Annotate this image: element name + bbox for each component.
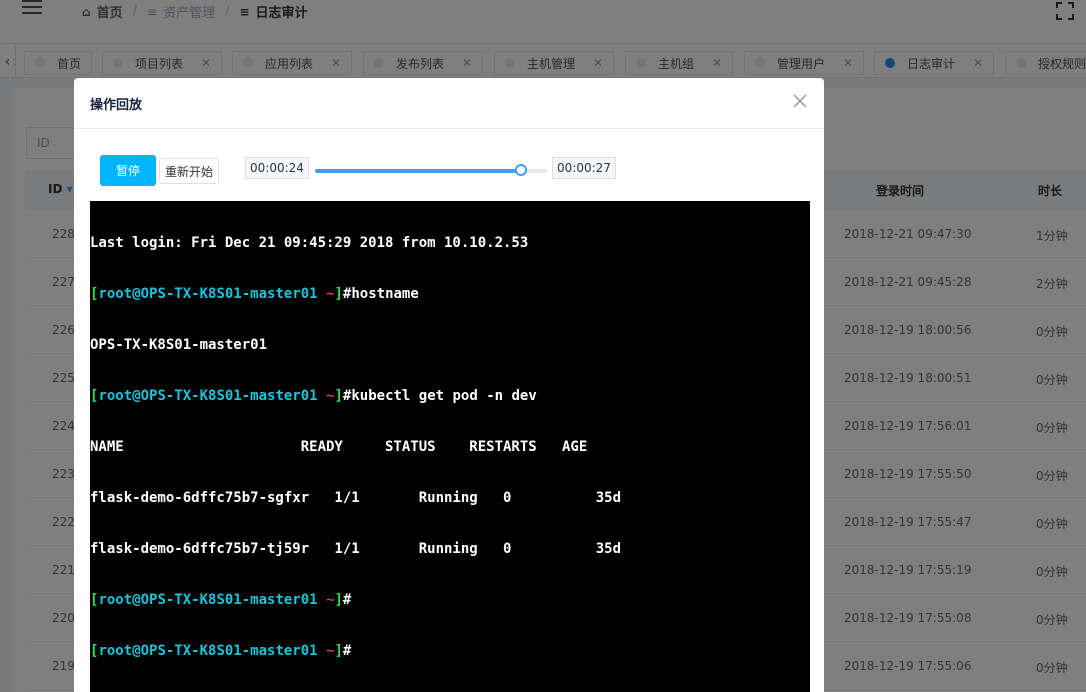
- slider-fill: [315, 169, 522, 173]
- replay-modal: 操作回放 暂停 重新开始 00:00:24 00:00:27 Last logi…: [74, 78, 824, 692]
- terminal-line: flask-demo-6dffc75b7-sgfxr 1/1 Running 0…: [90, 490, 622, 506]
- playback-controls: 暂停 重新开始 00:00:24 00:00:27: [100, 155, 820, 187]
- terminal-line: OPS-TX-K8S01-master01: [90, 337, 268, 353]
- close-icon[interactable]: [792, 93, 808, 109]
- modal-header: 操作回放: [74, 78, 824, 129]
- restart-button[interactable]: 重新开始: [159, 158, 219, 184]
- total-time: 00:00:27: [552, 157, 616, 179]
- terminal-line: [root@OPS-TX-K8S01-master01 ~]#kubectl g…: [90, 388, 537, 404]
- terminal-line: [root@OPS-TX-K8S01-master01 ~]#: [90, 643, 352, 659]
- pause-button[interactable]: 暂停: [100, 155, 156, 186]
- terminal-output: Last login: Fri Dec 21 09:45:29 2018 fro…: [90, 201, 810, 692]
- current-time: 00:00:24: [245, 157, 309, 179]
- terminal-line: NAME READY STATUS RESTARTS AGE: [90, 439, 588, 455]
- terminal-line: Last login: Fri Dec 21 09:45:29 2018 fro…: [90, 235, 529, 251]
- terminal-line: flask-demo-6dffc75b7-tj59r 1/1 Running 0…: [90, 541, 622, 557]
- terminal-line: [root@OPS-TX-K8S01-master01 ~]#hostname: [90, 286, 419, 302]
- progress-slider[interactable]: [315, 164, 547, 176]
- terminal-line: [root@OPS-TX-K8S01-master01 ~]#: [90, 592, 352, 608]
- slider-thumb[interactable]: [515, 164, 528, 176]
- modal-title: 操作回放: [90, 98, 143, 113]
